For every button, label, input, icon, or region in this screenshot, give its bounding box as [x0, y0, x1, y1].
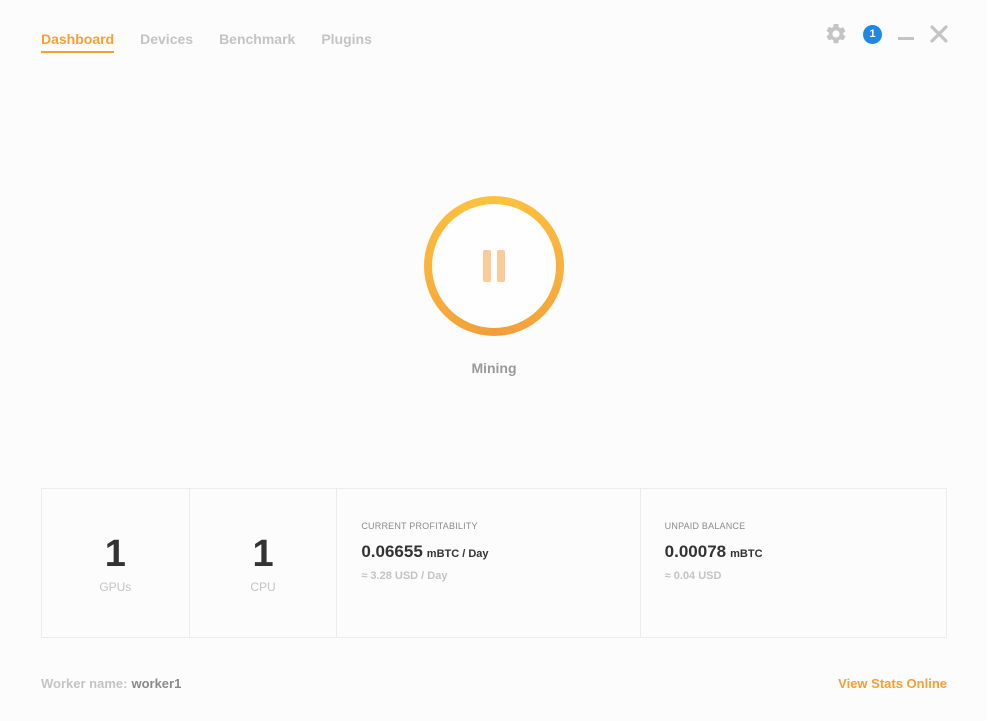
app-window: Dashboard Devices Benchmark Plugins 1 Mi… — [0, 0, 987, 721]
tab-devices[interactable]: Devices — [140, 31, 193, 53]
main-nav: Dashboard Devices Benchmark Plugins — [41, 31, 398, 53]
tab-plugins[interactable]: Plugins — [321, 31, 372, 53]
pause-icon — [432, 204, 556, 328]
window-controls: 1 — [824, 22, 949, 46]
stats-panel: 1 GPUs 1 CPU CURRENT PROFITABILITY 0.066… — [41, 488, 947, 638]
tab-benchmark[interactable]: Benchmark — [219, 31, 295, 53]
minimize-icon — [898, 37, 914, 40]
balance-value: 0.00078 — [664, 542, 727, 561]
settings-button[interactable] — [824, 22, 848, 46]
profitability-stat: CURRENT PROFITABILITY 0.06655 mBTC / Day … — [337, 489, 641, 637]
balance-usd: ≈ 0.04 USD — [664, 570, 722, 582]
notification-badge[interactable]: 1 — [863, 24, 882, 44]
tab-dashboard[interactable]: Dashboard — [41, 31, 115, 53]
close-icon — [930, 25, 948, 43]
balance-heading: UNPAID BALANCE — [664, 521, 746, 531]
mining-status-label: Mining — [471, 360, 517, 376]
gpus-count: 1 — [104, 533, 126, 575]
mining-toggle-button[interactable] — [424, 196, 564, 336]
profitability-heading: CURRENT PROFITABILITY — [361, 521, 478, 531]
profitability-main: 0.06655 mBTC / Day — [361, 542, 488, 562]
pause-bar-left — [483, 250, 491, 282]
profitability-usd: ≈ 3.28 USD / Day — [361, 570, 448, 582]
mining-toggle — [424, 196, 564, 336]
cpu-label: CPU — [250, 580, 276, 594]
profitability-value: 0.06655 — [361, 542, 423, 561]
balance-stat: UNPAID BALANCE 0.00078 mBTC ≈ 0.04 USD — [641, 489, 946, 637]
profitability-unit: mBTC / Day — [426, 548, 489, 560]
pause-bar-right — [497, 250, 505, 282]
cpu-stat: 1 CPU — [190, 489, 338, 637]
cpu-count: 1 — [252, 533, 274, 575]
gpus-label: GPUs — [99, 580, 132, 594]
gear-icon — [826, 23, 846, 44]
minimize-button[interactable] — [897, 22, 915, 46]
balance-unit: mBTC — [730, 548, 763, 560]
worker-label: Worker name: — [41, 676, 128, 691]
close-button[interactable] — [929, 22, 949, 46]
balance-main: 0.00078 mBTC — [665, 542, 763, 562]
worker-name: worker1 — [131, 676, 182, 691]
gpus-stat: 1 GPUs — [42, 489, 190, 637]
view-stats-online-link[interactable]: View Stats Online — [838, 676, 947, 691]
worker-info: Worker name: worker1 — [41, 676, 181, 691]
